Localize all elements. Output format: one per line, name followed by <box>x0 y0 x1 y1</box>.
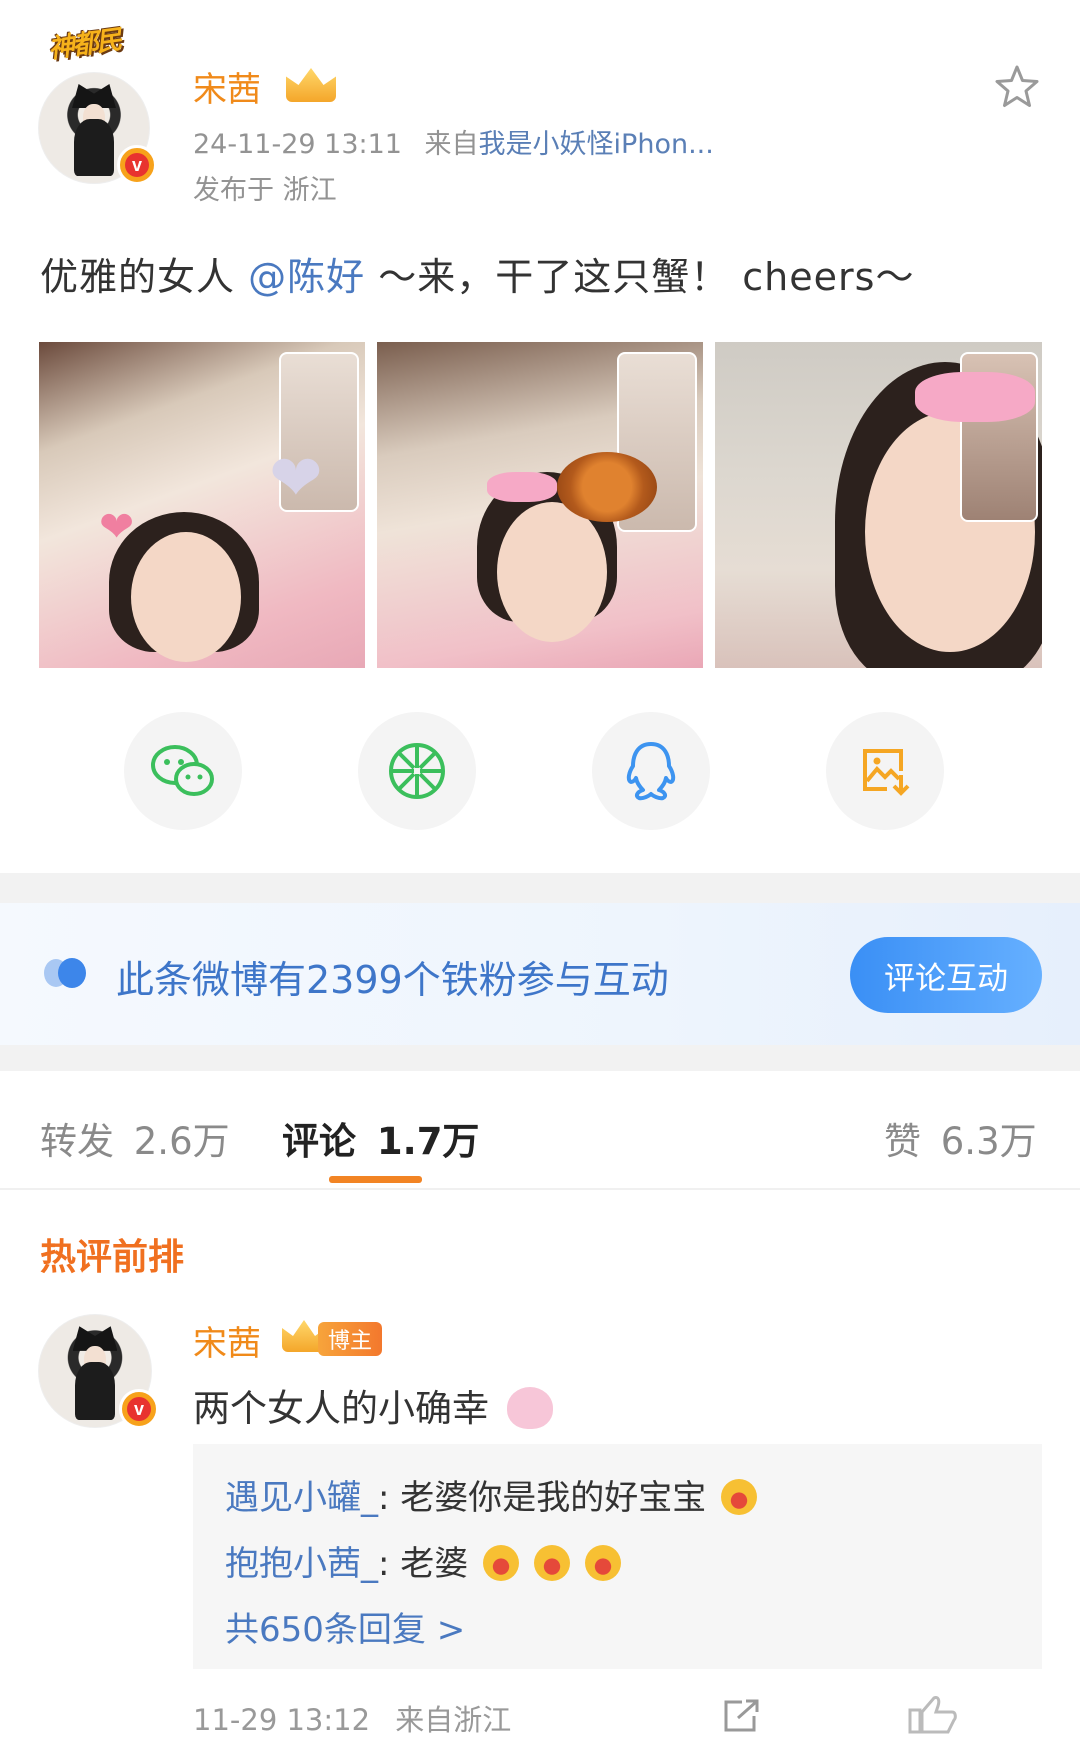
post-source[interactable]: 我是小妖怪iPhon... <box>479 129 714 160</box>
tab-likes-count: 6.3万 <box>940 1120 1037 1163</box>
share-moments-button[interactable] <box>358 712 476 830</box>
heart-sticker-icon: ❤ <box>99 502 135 551</box>
reply-author[interactable]: 抱抱小茜_ <box>225 1544 378 1584</box>
save-image-icon <box>863 749 910 796</box>
crying-emoji-icon <box>533 1545 570 1581</box>
avatar-frame-logo: 神都民 <box>46 25 123 65</box>
section-divider <box>0 873 1080 903</box>
share-qq-button[interactable] <box>592 712 710 830</box>
post-text-prefix: 优雅的女人 <box>40 255 236 299</box>
comment-from: 来自浙江 <box>395 1703 512 1737</box>
crying-emoji-icon <box>483 1545 520 1581</box>
author-badge: 博主 <box>318 1322 383 1356</box>
author-avatar[interactable]: v <box>38 72 157 185</box>
post-photo-1[interactable]: ❤ ❤ <box>39 342 365 668</box>
like-comment-icon[interactable] <box>908 1694 1040 1734</box>
fans-badge-icon <box>44 958 86 988</box>
comment-author-avatar[interactable]: v <box>38 1314 159 1429</box>
tab-comments-label: 评论 <box>282 1120 356 1163</box>
tab-comments-count: 1.7万 <box>376 1120 480 1163</box>
post-photo-3[interactable] <box>715 342 1042 668</box>
bow-sticker-icon <box>915 372 1035 422</box>
post-content: 优雅的女人 @陈好 ～来，干了这只蟹！ cheers～ <box>40 246 914 301</box>
crab-sticker-icon <box>557 452 657 522</box>
post-photo-2[interactable] <box>377 342 703 668</box>
comment-author-name[interactable]: 宋茜 <box>193 1316 261 1365</box>
reply-author[interactable]: 遇见小罐_ <box>225 1478 378 1518</box>
verified-badge-icon: v <box>119 1389 159 1429</box>
post-meta: 24-11-29 13:11 来自我是小妖怪iPhon... <box>193 122 714 161</box>
reply-text: : 老婆 <box>378 1544 469 1584</box>
favorite-star-icon[interactable] <box>993 63 1041 111</box>
shocked-emoji-icon <box>721 1479 758 1515</box>
tab-comments[interactable]: 评论 1.7万 <box>282 1111 479 1165</box>
author-badge-label: 博主 <box>328 1329 373 1354</box>
view-all-replies-link[interactable]: 共650条回复 > <box>225 1602 465 1651</box>
member-crown-icon <box>286 68 336 102</box>
avatar-figure <box>74 119 114 177</box>
post-text-suffix: ～来，干了这只蟹！ cheers～ <box>365 255 915 299</box>
save-image-button[interactable] <box>826 712 944 830</box>
comment-meta: 11-29 13:12 来自浙江 <box>193 1697 511 1739</box>
tab-repost-label: 转发 <box>40 1120 114 1163</box>
post-timestamp: 24-11-29 13:11 <box>193 129 402 160</box>
reply-item[interactable]: 遇见小罐_: 老婆你是我的好宝宝 <box>225 1470 758 1519</box>
active-tab-indicator <box>329 1176 422 1183</box>
crying-emoji-icon <box>584 1545 621 1581</box>
share-wechat-button[interactable] <box>124 712 242 830</box>
comment-time: 11-29 13:12 <box>193 1703 371 1737</box>
reply-text: : 老婆你是我的好宝宝 <box>378 1478 707 1518</box>
fans-interaction-banner[interactable]: 此条微博有2399个铁粉参与互动 评论互动 <box>0 903 1080 1045</box>
tab-repost-count: 2.6万 <box>133 1120 230 1163</box>
wechat-icon <box>151 745 214 796</box>
comment-interact-button[interactable]: 评论互动 <box>850 937 1042 1013</box>
bow-sticker-icon <box>487 472 557 502</box>
qq-icon <box>626 742 676 801</box>
post-source-prefix: 来自 <box>424 129 479 160</box>
mention-link[interactable]: @陈好 <box>248 255 365 299</box>
verified-badge-icon: v <box>117 145 157 185</box>
hot-comments-title: 热评前排 <box>40 1237 185 1278</box>
tab-likes[interactable]: 赞 6.3万 <box>884 1111 1037 1165</box>
comment-text-body: 两个女人的小确幸 <box>193 1387 489 1430</box>
author-name[interactable]: 宋茜 <box>193 62 261 111</box>
reply-item[interactable]: 抱抱小茜_: 老婆 <box>225 1536 621 1585</box>
tab-likes-label: 赞 <box>884 1120 921 1163</box>
fans-banner-text: 此条微博有2399个铁粉参与互动 <box>116 958 669 1002</box>
tab-repost[interactable]: 转发 2.6万 <box>40 1111 230 1165</box>
tab-bar-divider <box>0 1188 1080 1190</box>
section-divider <box>0 1045 1080 1071</box>
post-location: 发布于 浙江 <box>193 175 337 206</box>
share-comment-icon[interactable] <box>722 1698 762 1734</box>
comment-text: 两个女人的小确幸 <box>193 1378 553 1432</box>
moments-icon <box>389 743 445 799</box>
bunny-emoji-icon <box>506 1387 553 1429</box>
replies-box[interactable]: 遇见小罐_: 老婆你是我的好宝宝 抱抱小茜_: 老婆 共650条回复 > <box>193 1444 1042 1669</box>
